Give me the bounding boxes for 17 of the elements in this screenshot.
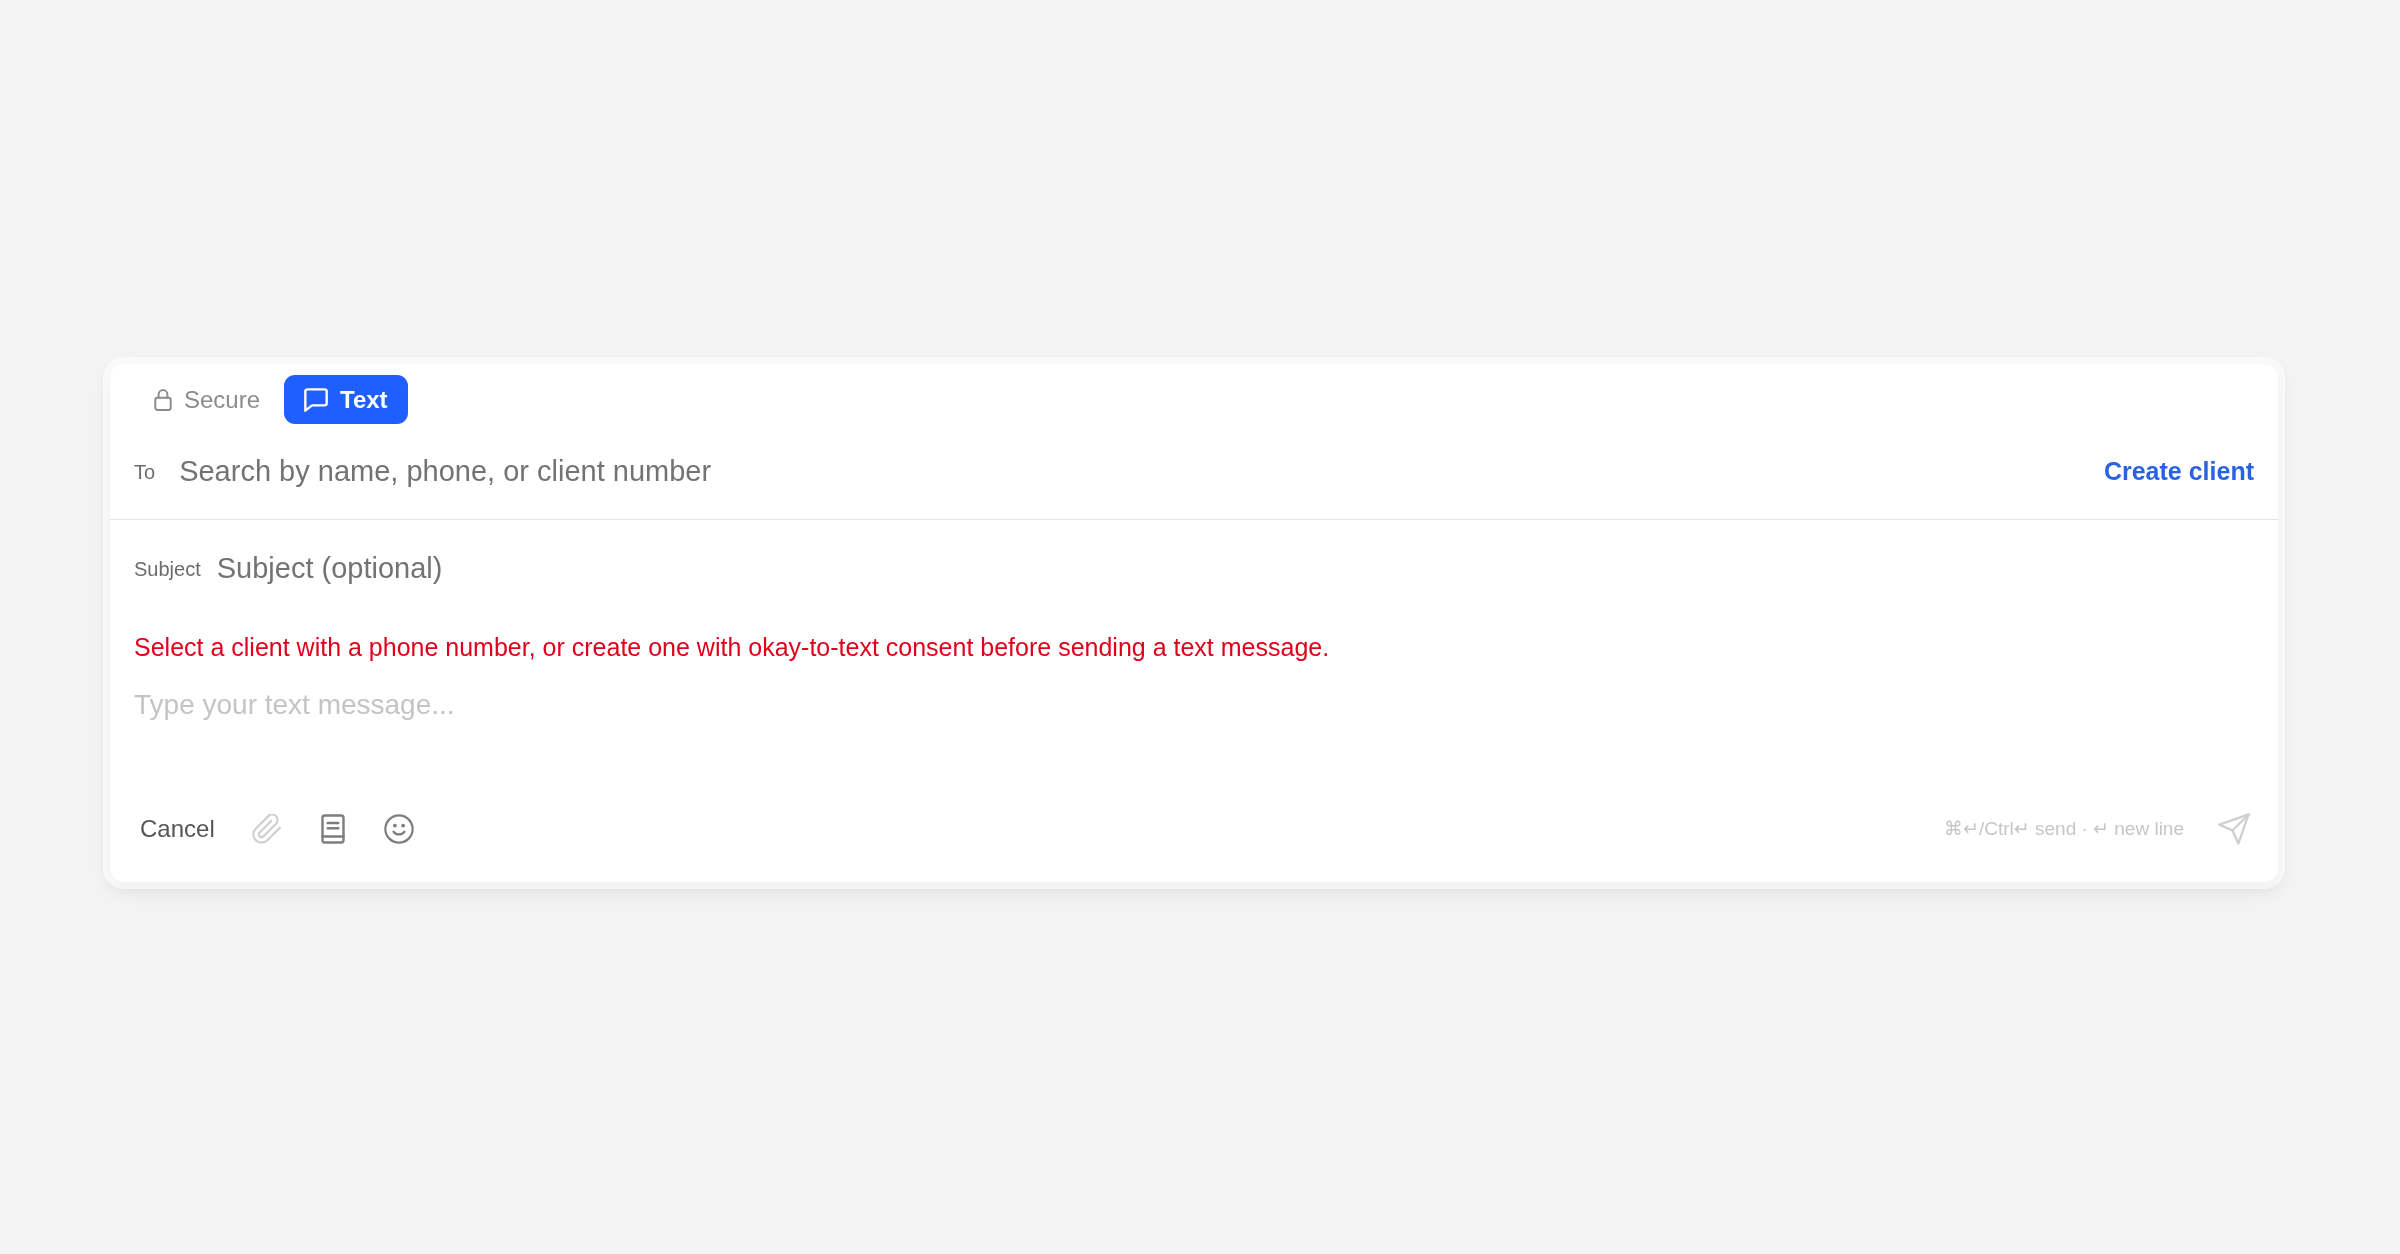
keyboard-hint: ⌘↵/Ctrl↵ send · ↵ new line [1944, 816, 2184, 841]
chat-bubble-icon [304, 387, 329, 412]
smiley-icon [383, 814, 414, 844]
lock-icon [154, 388, 172, 411]
to-label: To [134, 459, 156, 485]
cancel-button[interactable]: Cancel [134, 807, 221, 851]
paperclip-icon [251, 814, 282, 844]
subject-label: Subject [134, 557, 201, 582]
message-field[interactable]: Type your text message... [134, 687, 2254, 777]
subject-field[interactable]: Subject (optional) [216, 547, 2254, 591]
recipient-search-field[interactable]: Search by name, phone, or client number [179, 449, 2088, 494]
create-client-link[interactable]: Create client [2103, 452, 2254, 491]
send-icon [2218, 813, 2250, 845]
text-tab[interactable]: Text [284, 375, 408, 424]
document-icon [320, 814, 345, 844]
secure-tab[interactable]: Secure [134, 375, 281, 424]
error-message: Select a client with a phone number, or create one with okay-to-text consent before sending a text message. [134, 632, 1331, 663]
